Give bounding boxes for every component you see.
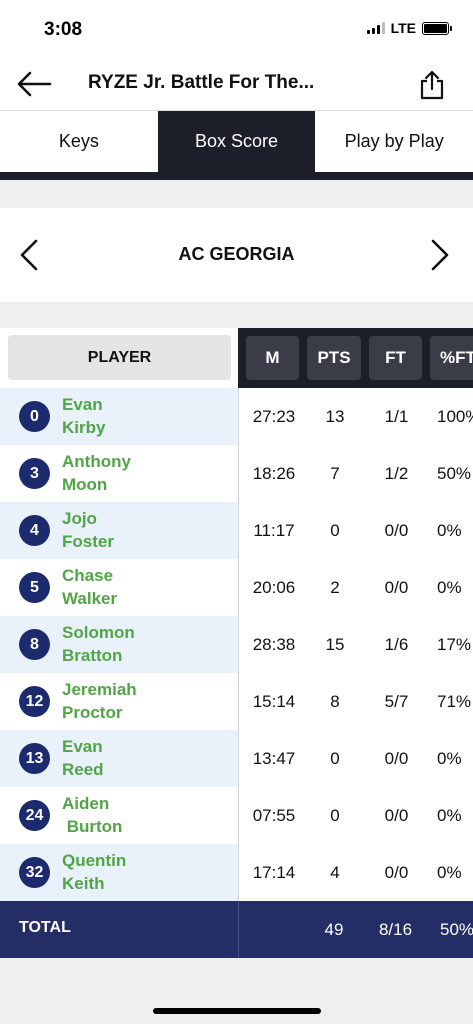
player-name[interactable]: Evan Kirby [62,393,105,439]
points-cell: 15 [325,634,345,654]
battery-icon [422,21,452,35]
tab-underline [0,172,473,180]
jersey-number-badge: 24 [19,800,50,831]
minutes-cell: 27:23 [252,406,296,426]
free-throws-cell: 0/0 [384,805,409,825]
free-throws-cell: 0/0 [384,862,409,882]
free-throws-cell: 1/2 [384,463,409,483]
player-name[interactable]: Aiden Burton [62,792,122,838]
total-pts: 49 [324,919,344,939]
free-throw-pct-cell: 0% [437,805,462,825]
jersey-number-badge: 0 [19,401,50,432]
signal-icon [366,22,385,34]
points-cell: 7 [330,463,340,483]
player-column-header[interactable]: PLAYER [8,335,231,380]
points-cell: 4 [330,862,340,882]
table-row[interactable]: 0 Evan Kirby 27:23 13 1/1 100% [0,388,473,445]
free-throws-cell: 0/0 [384,520,409,540]
page-background [0,958,473,1024]
points-cell: 13 [325,406,345,426]
status-icons: LTE [366,20,452,36]
divider [0,302,473,328]
jersey-number-badge: 32 [19,857,50,888]
column-header-pts[interactable]: PTS [307,336,361,380]
box-score-table: PLAYER M PTS FT %FT 0 Evan Kirby 27:23 13 1/… [0,328,473,958]
network-label: LTE [390,20,416,36]
tab-keys[interactable]: Keys [0,111,158,172]
free-throw-pct-cell: 17% [437,634,472,654]
column-header-m[interactable]: M [246,336,299,380]
jersey-number-badge: 8 [19,629,50,660]
jersey-number-badge: 12 [19,686,50,717]
team-selector: AC GEORGIA [0,208,473,302]
player-name[interactable]: Jojo Foster [62,507,114,553]
table-row[interactable]: 32 Quentin Keith 17:14 4 0/0 0% [0,844,473,901]
table-row[interactable]: 3 Anthony Moon 18:26 7 1/2 50% [0,445,473,502]
minutes-cell: 18:26 [252,463,296,483]
points-cell: 0 [330,748,340,768]
column-header-pct-ft[interactable]: %FT [430,336,473,380]
minutes-cell: 20:06 [252,577,296,597]
free-throw-pct-cell: 50% [437,463,472,483]
free-throw-pct-cell: 0% [437,748,462,768]
tab-box-score[interactable]: Box Score [157,111,316,172]
table-row[interactable]: 24 Aiden Burton 07:55 0 0/0 0% [0,787,473,844]
jersey-number-badge: 3 [19,458,50,489]
status-time: 3:08 [44,19,83,40]
free-throw-pct-cell: 0% [437,577,462,597]
table-row[interactable]: 13 Evan Reed 13:47 0 0/0 0% [0,730,473,787]
table-row[interactable]: 12 Jeremiah Proctor 15:14 8 5/7 71% [0,673,473,730]
free-throws-cell: 1/1 [384,406,409,426]
minutes-cell: 13:47 [252,748,296,768]
divider [0,180,473,208]
free-throws-cell: 0/0 [384,577,409,597]
jersey-number-badge: 5 [19,572,50,603]
table-row[interactable]: 5 Chase Walker 20:06 2 0/0 0% [0,559,473,616]
free-throws-cell: 1/6 [384,634,409,654]
free-throw-pct-cell: 0% [437,520,462,540]
minutes-cell: 07:55 [252,805,296,825]
free-throw-pct-cell: 100% [437,406,473,426]
free-throw-pct-cell: 0% [437,862,462,882]
free-throws-cell: 0/0 [384,748,409,768]
table-row[interactable]: 4 Jojo Foster 11:17 0 0/0 0% [0,502,473,559]
total-ft: 8/16 [378,919,413,939]
player-name[interactable]: Chase Walker [62,564,117,610]
total-label: TOTAL [19,919,71,936]
points-cell: 0 [330,805,340,825]
table-row[interactable]: 8 Solomon Bratton 28:38 15 1/6 17% [0,616,473,673]
share-icon[interactable] [419,70,445,100]
status-bar: 3:08 LTE [0,0,473,58]
player-name[interactable]: Anthony Moon [62,450,131,496]
player-name[interactable]: Solomon Bratton [62,621,135,667]
table-header: PLAYER M PTS FT %FT [0,328,473,388]
player-name[interactable]: Evan Reed [62,735,104,781]
total-row: TOTAL 49 8/16 50% [0,901,473,958]
chevron-right-icon[interactable] [429,238,451,272]
points-cell: 2 [330,577,340,597]
tab-bar: Keys Box Score Play by Play [0,111,473,172]
team-name: AC GEORGIA [178,244,295,264]
free-throws-cell: 5/7 [384,691,409,711]
player-name[interactable]: Quentin Keith [62,849,126,895]
page-title: RYZE Jr. Battle For The... [88,72,315,93]
free-throw-pct-cell: 71% [437,691,472,711]
jersey-number-badge: 4 [19,515,50,546]
points-cell: 0 [330,520,340,540]
back-arrow-icon[interactable] [16,70,52,98]
jersey-number-badge: 13 [19,743,50,774]
player-name[interactable]: Jeremiah Proctor [62,678,137,724]
tab-play-by-play[interactable]: Play by Play [315,111,473,172]
points-cell: 8 [330,691,340,711]
home-indicator[interactable] [153,1008,321,1014]
column-header-ft[interactable]: FT [369,336,422,380]
total-pct-ft: 50% [440,919,473,939]
nav-bar: RYZE Jr. Battle For The... [0,58,473,111]
minutes-cell: 17:14 [252,862,296,882]
minutes-cell: 11:17 [253,520,295,540]
minutes-cell: 28:38 [252,634,296,654]
minutes-cell: 15:14 [252,691,296,711]
